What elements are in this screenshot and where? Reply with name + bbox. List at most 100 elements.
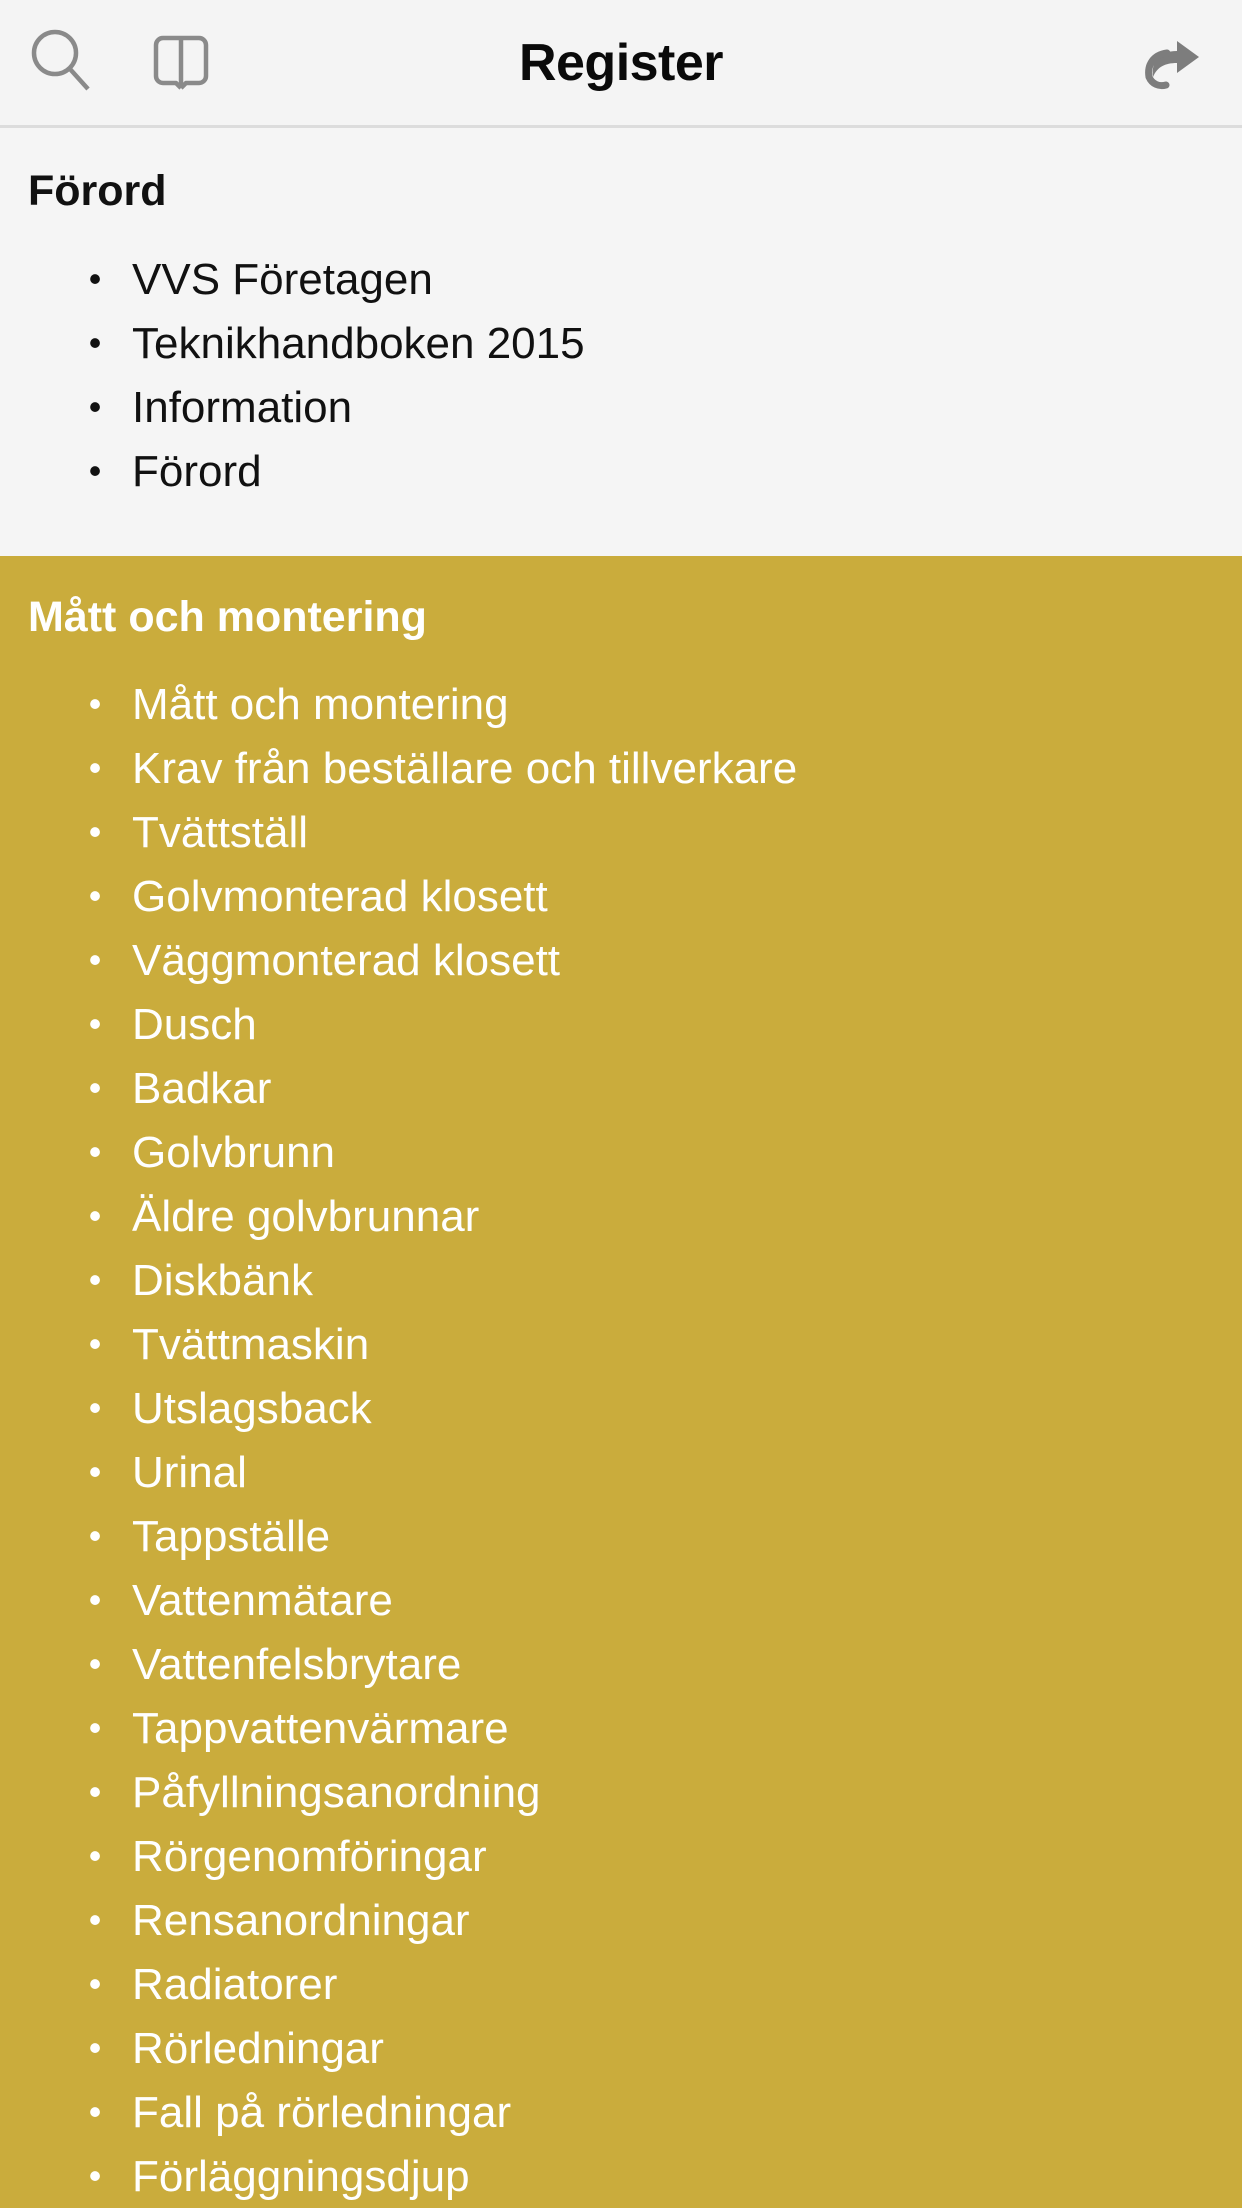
section-forord: Förord • VVS Företagen • Teknikhandboken… [0,128,1242,556]
topbar-right-actions [1134,23,1212,103]
bullet-icon: • [88,257,102,299]
reader-view-button[interactable] [142,23,220,103]
list-item-label: Rörgenomföringar [132,1832,487,1882]
topbar-left-actions [0,23,220,103]
list-item-label: Påfyllningsanordning [132,1768,541,1818]
bullet-icon: • [88,1067,102,1109]
bullet-icon: • [88,2027,102,2069]
list-item-label: Tappställe [132,1512,331,1562]
toc-list-matt-och-montering: • Mått och montering • Krav från beställar… [0,673,1242,2208]
list-item-label: Fall på rörledningar [132,2088,512,2138]
list-item[interactable]: • Teknikhandboken 2015 [0,312,1242,376]
list-item-label: Rörledningar [132,2024,384,2074]
list-item[interactable]: • Utslagsback [0,1377,1242,1441]
toc-list-forord: • VVS Företagen • Teknikhandboken 2015 •… [0,248,1242,504]
bullet-icon: • [88,747,102,789]
list-item[interactable]: • Golvbrunn [0,1121,1242,1185]
bullet-icon: • [88,1771,102,1813]
list-item[interactable]: • Vattenfelsbrytare [0,1633,1242,1697]
list-item-label: Urinal [132,1448,247,1498]
list-item-label: Rensanordningar [132,1896,470,1946]
bullet-icon: • [88,449,102,491]
list-item[interactable]: • Rörledningar [0,2017,1242,2081]
list-item[interactable]: • Badkar [0,1057,1242,1121]
list-item-label: Förläggningsdjup [132,2152,470,2202]
list-item[interactable]: • Diskbänk [0,1249,1242,1313]
list-item[interactable]: • Dusch [0,993,1242,1057]
list-item-label: Förord [132,446,262,496]
section-heading: Mått och montering [28,592,427,641]
list-item-label: Information [132,382,353,432]
list-item[interactable]: • Information [0,376,1242,440]
bullet-icon: • [88,1003,102,1045]
list-item[interactable]: • Vattenmätare [0,1569,1242,1633]
bullet-icon: • [88,1707,102,1749]
bullet-icon: • [88,811,102,853]
list-item[interactable]: • Krav från beställare och tillverkare [0,737,1242,801]
list-item-label: Teknikhandboken 2015 [132,318,585,368]
list-item[interactable]: • Golvmonterad klosett [0,865,1242,929]
list-item[interactable]: • Rörgenomföringar [0,1825,1242,1889]
bullet-icon: • [88,939,102,981]
list-item[interactable]: • Urinal [0,1441,1242,1505]
bullet-icon: • [88,321,102,363]
list-item-label: Tvättmaskin [132,1320,370,1370]
bullet-icon: • [88,1195,102,1237]
list-item-label: VVS Företagen [132,254,433,304]
list-item[interactable]: • Tappvattenvärmare [0,1697,1242,1761]
share-button[interactable] [1134,23,1212,103]
list-item-label: Golvbrunn [132,1128,336,1178]
list-item-label: Tappvattenvärmare [132,1704,509,1754]
list-item-label: Mått och montering [132,680,509,730]
list-item-label: Utslagsback [132,1384,372,1434]
list-item[interactable]: • Tvättmaskin [0,1313,1242,1377]
list-item-label: Radiatorer [132,1960,338,2010]
bullet-icon: • [88,1835,102,1877]
bullet-icon: • [88,1899,102,1941]
list-item[interactable]: • Förläggningsdjup [0,2145,1242,2208]
list-item[interactable]: • Fall på rörledningar [0,2081,1242,2145]
share-forward-icon [1141,29,1205,96]
app-screen: Register Förord • VVS Företagen • Teknik… [0,0,1242,2208]
bullet-icon: • [88,1131,102,1173]
list-item-label: Badkar [132,1064,272,1114]
bullet-icon: • [88,1451,102,1493]
bullet-icon: • [88,2155,102,2197]
list-item-label: Äldre golvbrunnar [132,1192,480,1242]
list-item-label: Diskbänk [132,1256,313,1306]
list-item[interactable]: • Mått och montering [0,673,1242,737]
list-item-label: Väggmonterad klosett [132,936,561,986]
list-item-label: Golvmonterad klosett [132,872,548,922]
bullet-icon: • [88,683,102,725]
bullet-icon: • [88,1515,102,1557]
list-item-label: Dusch [132,1000,257,1050]
list-item[interactable]: • Tvättställ [0,801,1242,865]
bullet-icon: • [88,385,102,427]
list-item-label: Vattenfelsbrytare [132,1640,462,1690]
list-item-label: Vattenmätare [132,1576,393,1626]
bullet-icon: • [88,1259,102,1301]
list-item[interactable]: • Rensanordningar [0,1889,1242,1953]
list-item[interactable]: • Påfyllningsanordning [0,1761,1242,1825]
bullet-icon: • [88,2091,102,2133]
top-navigation-bar: Register [0,0,1242,128]
list-item[interactable]: • Förord [0,440,1242,504]
list-item-label: Tvättställ [132,808,309,858]
section-heading: Förord [28,167,167,215]
bullet-icon: • [88,1579,102,1621]
bullet-icon: • [88,1323,102,1365]
list-item[interactable]: • VVS Företagen [0,248,1242,312]
list-item[interactable]: • Väggmonterad klosett [0,929,1242,993]
open-book-icon [148,28,214,97]
section-matt-och-montering: Mått och montering • Mått och montering •… [0,555,1242,2208]
list-item-label: Krav från beställare och tillverkare [132,744,798,794]
list-item[interactable]: • Radiatorer [0,1953,1242,2017]
list-item[interactable]: • Äldre golvbrunnar [0,1185,1242,1249]
search-button[interactable] [22,23,100,103]
list-item[interactable]: • Tappställe [0,1505,1242,1569]
bullet-icon: • [88,1643,102,1685]
bullet-icon: • [88,1387,102,1429]
bullet-icon: • [88,1963,102,2005]
search-icon [30,28,92,97]
bullet-icon: • [88,875,102,917]
